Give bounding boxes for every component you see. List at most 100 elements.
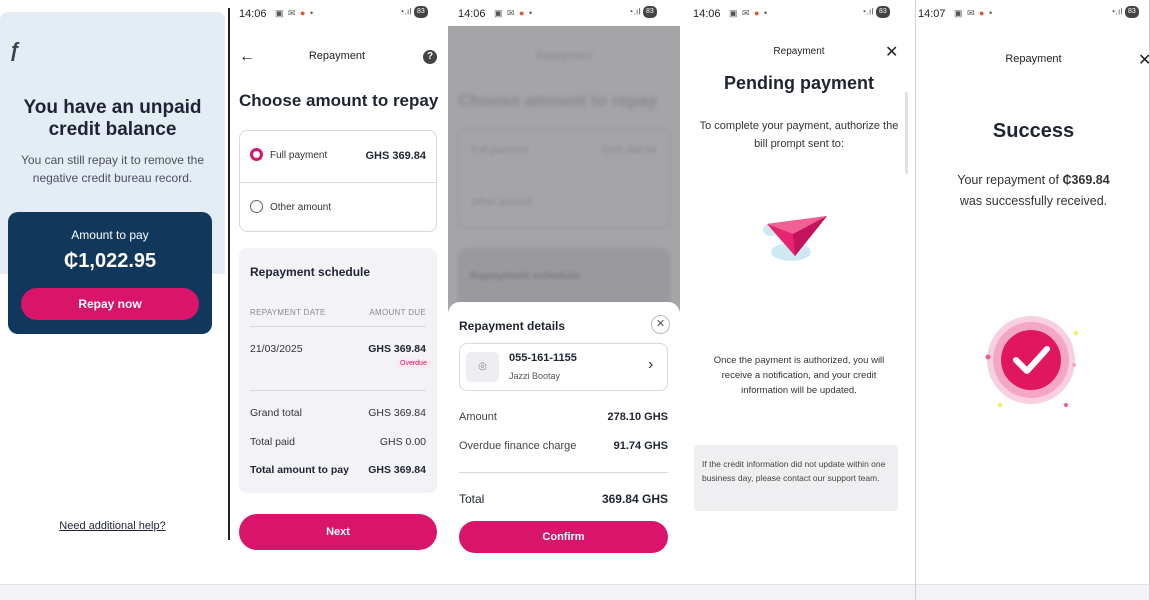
page-title: Success: [992, 120, 1075, 142]
option-value: GHS 369.84: [601, 145, 657, 156]
option-label: Full payment: [471, 145, 529, 156]
divider: [250, 390, 426, 391]
info-text: If the credit information did not update…: [702, 459, 886, 483]
message-prefix: Your repayment of: [957, 173, 1063, 187]
account-number: 055-161-1155: [509, 352, 577, 364]
close-icon[interactable]: ✕: [885, 42, 898, 62]
grand-total-label: Grand total: [250, 407, 302, 419]
total-paid-value: GHS 0.00: [379, 436, 426, 448]
status-bar: 14:07 ▣ ✉ ● • ◔.ıl 83: [918, 0, 1146, 26]
signal-icon: ◔.ıl 83: [399, 6, 428, 18]
amount-options: Full payment GHS 369.84 Other amount: [239, 130, 437, 232]
help-icon[interactable]: ?: [423, 50, 437, 64]
amount-value: ₵1,022.95: [63, 250, 157, 272]
panel-pending-payment: 14:06 ▣ ✉ ● • ◔.ıl 83 Repayment ✕ Pendin…: [685, 0, 913, 584]
total-to-pay-label: Total amount to pay: [250, 464, 349, 476]
amount-options: Full payment GHS 369.84 Other amount: [458, 128, 670, 228]
screen-header: Repayment: [1005, 53, 1062, 65]
schedule-amount: GHS 369.84: [368, 343, 426, 355]
total-value: 369.84 GHS: [601, 492, 668, 506]
status-time: 14:07: [918, 8, 946, 20]
status-time: 14:06: [693, 8, 721, 20]
repay-now-button[interactable]: Repay now: [21, 288, 199, 320]
divider: [250, 326, 426, 327]
total-to-pay-value: GHS 369.84: [368, 464, 426, 476]
notification-icons: ▣ ✉ ● •: [954, 8, 994, 18]
repayment-schedule: Repayment schedule REPAYMENT DATE AMOUNT…: [239, 248, 437, 493]
panel-choose-amount: 14:06 ▣ ✉ ● • ◔.ıl 83 ← Repayment ? Choo…: [231, 0, 443, 584]
battery-icon: 83: [413, 6, 428, 18]
sheet-title: Repayment details: [459, 319, 566, 333]
page-title: Pending payment: [723, 73, 875, 93]
option-label[interactable]: Other amount: [270, 202, 331, 213]
total-paid-label: Total paid: [250, 436, 295, 448]
bottom-sheet: Repayment details ✕ ◎ 055-161-1155 Jazzi…: [448, 302, 680, 584]
amount-card: Amount to pay ₵1,022.95 Repay now: [8, 212, 212, 334]
panel-repayment-details: 14:06 ▣ ✉ ● • ◔.ıl 83 Repayment Choose a…: [448, 0, 680, 584]
panel-success: 14:07 ▣ ✉ ● • ◔.ıl 83 Repayment ✕ Succes…: [915, 0, 1150, 600]
repayment-schedule: Repayment schedule: [458, 248, 670, 308]
page-title: You have an unpaid credit balance: [23, 97, 202, 140]
battery-icon: 83: [642, 6, 657, 18]
charge-value: 91.74 GHS: [613, 440, 668, 452]
notification-icons: ▣ ✉ ● •: [494, 8, 534, 18]
option-value: GHS 369.84: [365, 150, 426, 162]
schedule-title: Repayment schedule: [250, 265, 371, 279]
schedule-date: 21/03/2025: [250, 343, 303, 355]
divider: [240, 182, 436, 183]
wallet-icon: ◎: [466, 352, 499, 382]
amount-label: Amount to pay: [71, 228, 149, 242]
total-label: Total: [459, 492, 485, 506]
close-icon[interactable]: ✕: [651, 315, 670, 334]
app-logo: ƒ: [9, 40, 21, 62]
radio-full-payment[interactable]: [250, 148, 263, 161]
battery-icon: 83: [875, 6, 890, 18]
status-bar: 14:06 ▣ ✉ ● • ◔.ıl 83: [239, 0, 439, 26]
column-header-amount: AMOUNT DUE: [369, 308, 426, 317]
status-time: 14:06: [239, 8, 267, 20]
chevron-right-icon: ›: [648, 356, 654, 373]
message-amount: ₵369.84: [1062, 173, 1110, 187]
signal-icon: ◔.ıl 83: [861, 6, 890, 18]
account-selector[interactable]: ◎ 055-161-1155 Jazzi Bootay ›: [459, 343, 668, 391]
signal-icon: ◔.ıl 83: [628, 6, 657, 18]
success-message: Your repayment of ₵369.84 was successful…: [916, 170, 1150, 212]
status-badge: Overdue: [396, 359, 431, 368]
page-subtitle: To complete your payment, authorize the …: [699, 120, 899, 150]
option-label[interactable]: Full payment: [270, 150, 327, 161]
status-bar: 14:06 ▣ ✉ ● • ◔.ıl 83: [458, 0, 670, 26]
notification-icons: ▣ ✉ ● •: [729, 8, 769, 18]
notification-icons: ▣ ✉ ● •: [275, 8, 315, 18]
message-suffix: was successfully received.: [959, 194, 1108, 208]
schedule-title: Repayment schedule: [470, 270, 581, 282]
scrollbar[interactable]: [905, 92, 908, 174]
option-label: Other amount: [471, 197, 533, 208]
success-check-icon: [985, 316, 1079, 408]
charge-label: Overdue finance charge: [459, 440, 577, 452]
paper-plane-icon: [763, 216, 827, 261]
panel-divider: [228, 8, 230, 540]
page-title: Choose amount to repay: [239, 91, 439, 110]
amount-value: 278.10 GHS: [607, 411, 668, 423]
dimmed-backdrop[interactable]: Repayment Choose amount to repay Full pa…: [448, 26, 680, 316]
confirm-button[interactable]: Confirm: [459, 521, 668, 553]
divider: [459, 472, 668, 473]
screen-header: Repayment: [773, 46, 825, 57]
close-icon[interactable]: ✕: [1138, 50, 1150, 70]
status-time: 14:06: [458, 8, 486, 20]
authorization-note: Once the payment is authorized, you will…: [713, 355, 885, 396]
account-name: Jazzi Bootay: [509, 371, 561, 381]
screen-header: Repayment: [535, 50, 593, 62]
radio-other-amount[interactable]: [250, 200, 263, 213]
need-help-link[interactable]: Need additional help?: [0, 520, 225, 532]
column-header-date: REPAYMENT DATE: [250, 308, 326, 317]
status-bar: 14:06 ▣ ✉ ● • ◔.ıl 83: [693, 0, 905, 26]
signal-icon: ◔.ıl 83: [1110, 6, 1139, 18]
amount-label: Amount: [459, 411, 497, 423]
next-button[interactable]: Next: [239, 514, 437, 550]
page-title: Choose amount to repay: [458, 91, 658, 110]
battery-icon: 83: [1124, 6, 1139, 18]
screen-header: Repayment: [308, 50, 366, 62]
panel-unpaid-balance: ƒ You have an unpaid credit balance You …: [0, 12, 225, 584]
grand-total-value: GHS 369.84: [368, 407, 426, 419]
